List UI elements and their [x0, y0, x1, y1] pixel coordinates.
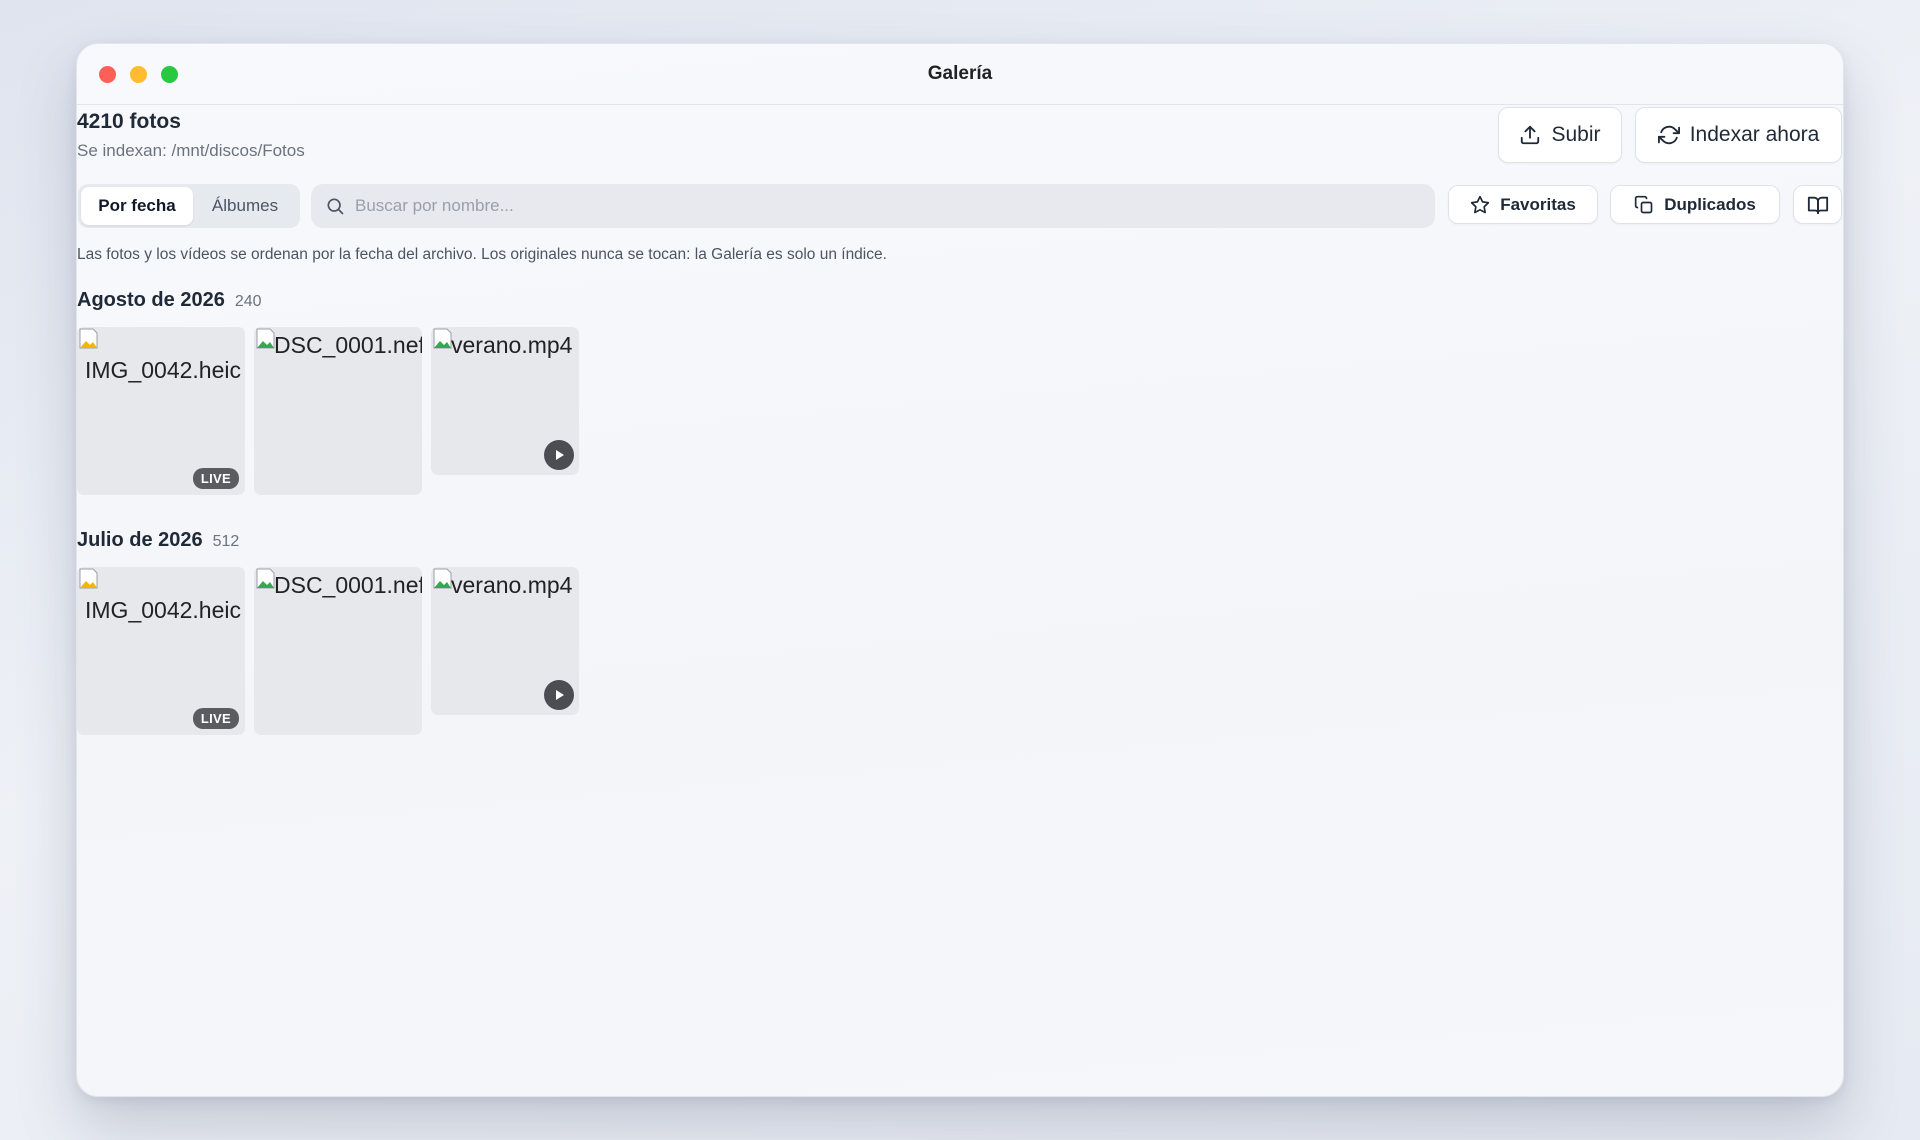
- section-title: Julio de 2026 512: [77, 529, 239, 552]
- media-tile[interactable]: verano.mp4: [431, 327, 579, 475]
- info-note: Las fotos y los vídeos se ordenan por la…: [77, 246, 887, 263]
- favorites-button[interactable]: Favoritas: [1448, 185, 1598, 224]
- media-tile[interactable]: DSC_0001.nef: [254, 567, 422, 735]
- section-count: 240: [234, 293, 262, 310]
- tab-albums[interactable]: Álbumes: [193, 187, 297, 225]
- broken-image-icon: [79, 328, 98, 349]
- live-badge: LIVE: [192, 468, 239, 489]
- duplicates-label: Duplicados: [1664, 194, 1756, 214]
- tab-by-date[interactable]: Por fecha: [81, 187, 193, 225]
- media-tile[interactable]: IMG_0042.heic LIVE: [77, 327, 245, 495]
- app-window: Galería 4210 fotos Se indexan: /mnt/disc…: [76, 43, 1844, 1097]
- media-tile[interactable]: verano.mp4: [431, 567, 579, 715]
- copy-icon: [1635, 195, 1653, 213]
- file-name: DSC_0001.nef: [274, 572, 422, 598]
- upload-label: Subir: [1551, 123, 1601, 146]
- media-tile[interactable]: DSC_0001.nef: [254, 327, 422, 495]
- live-badge: LIVE: [192, 708, 239, 729]
- section-name: Agosto de 2026: [77, 289, 225, 311]
- star-icon: [1471, 195, 1490, 213]
- play-icon: [544, 680, 574, 710]
- section-name: Julio de 2026: [77, 529, 203, 551]
- broken-image-icon: [79, 568, 98, 589]
- book-open-icon: [1807, 196, 1828, 214]
- upload-button[interactable]: Subir: [1498, 107, 1622, 163]
- index-path: Se indexan: /mnt/discos/Fotos: [77, 141, 305, 160]
- book-button[interactable]: [1793, 185, 1842, 224]
- media-tile[interactable]: IMG_0042.heic LIVE: [77, 567, 245, 735]
- upload-icon: [1521, 125, 1540, 145]
- file-name: IMG_0042.heic: [85, 357, 241, 383]
- search-bar: [311, 184, 1435, 228]
- view-tabs: Por fecha Álbumes: [78, 184, 300, 228]
- favorites-label: Favoritas: [1500, 194, 1576, 214]
- duplicates-button[interactable]: Duplicados: [1610, 185, 1780, 224]
- file-name: verano.mp4: [451, 332, 573, 358]
- search-input[interactable]: [355, 196, 1415, 216]
- file-name: IMG_0042.heic: [85, 597, 241, 623]
- section-count: 512: [212, 533, 240, 550]
- search-icon: [327, 198, 344, 215]
- refresh-icon: [1657, 125, 1680, 145]
- section-title: Agosto de 2026 240: [77, 289, 262, 312]
- photo-count: 4210 fotos: [77, 110, 181, 133]
- file-name: DSC_0001.nef: [274, 332, 422, 358]
- play-icon: [544, 440, 574, 470]
- index-now-label: Indexar ahora: [1689, 123, 1820, 146]
- index-now-button[interactable]: Indexar ahora: [1635, 107, 1842, 163]
- gallery-header: 4210 fotos Se indexan: /mnt/discos/Fotos…: [77, 44, 1843, 244]
- file-name: verano.mp4: [451, 572, 573, 598]
